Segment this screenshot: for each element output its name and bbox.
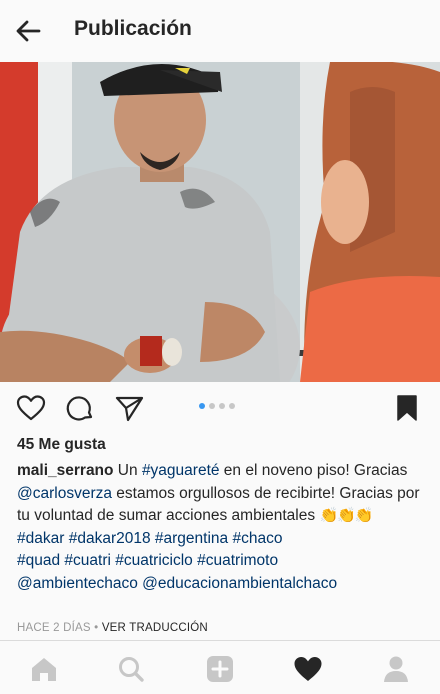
caption-username[interactable]: mali_serrano xyxy=(17,462,114,479)
post-photo[interactable] xyxy=(0,62,440,382)
carousel-dot-active xyxy=(199,403,205,409)
bottom-navigation xyxy=(0,640,440,694)
paper-plane-icon[interactable] xyxy=(114,394,144,422)
page-title: Publicación xyxy=(74,17,192,40)
hashtag-link[interactable]: #argentina xyxy=(155,530,228,547)
clapping-hands-emoji: 👏👏👏 xyxy=(319,507,373,525)
hashtag-link[interactable]: #quad xyxy=(17,552,60,569)
caption-text: Un xyxy=(113,462,142,479)
home-icon[interactable] xyxy=(29,655,59,683)
carousel-indicator xyxy=(199,403,235,409)
post-meta: HACE 2 DÍAS • VER TRADUCCIÓN xyxy=(17,622,208,634)
mention-link[interactable]: @ambientechaco xyxy=(17,575,138,592)
heart-outline-icon[interactable] xyxy=(16,394,46,422)
post-timestamp: HACE 2 DÍAS xyxy=(17,622,91,634)
likes-count[interactable]: 45 Me gusta xyxy=(17,436,106,454)
meta-separator: • xyxy=(90,622,102,634)
post-actions xyxy=(0,382,440,432)
hashtag-link[interactable]: #dakar2018 xyxy=(69,530,151,547)
post-caption: mali_serrano Un #yaguareté en el noveno … xyxy=(17,460,427,596)
carousel-dot xyxy=(219,403,225,409)
back-arrow-icon[interactable] xyxy=(14,17,42,45)
profile-icon[interactable] xyxy=(381,655,411,683)
post-image xyxy=(0,62,440,382)
carousel-dot xyxy=(229,403,235,409)
hashtag-link[interactable]: #yaguareté xyxy=(142,462,220,479)
hashtag-link[interactable]: #chaco xyxy=(232,530,282,547)
activity-heart-icon[interactable] xyxy=(293,655,323,683)
hashtag-link[interactable]: #cuatrimoto xyxy=(197,552,278,569)
search-icon[interactable] xyxy=(116,655,146,683)
translate-link[interactable]: VER TRADUCCIÓN xyxy=(102,622,208,634)
mention-link[interactable]: @carlosverza xyxy=(17,485,112,502)
hashtag-link[interactable]: #dakar xyxy=(17,530,64,547)
carousel-dot xyxy=(209,403,215,409)
top-bar: Publicación xyxy=(0,0,440,62)
comment-bubble-icon[interactable] xyxy=(65,394,95,422)
hashtag-link[interactable]: #cuatri xyxy=(64,552,111,569)
mention-link[interactable]: @educacionambientalchaco xyxy=(142,575,337,592)
caption-text: en el noveno piso! Gracias xyxy=(219,462,408,479)
hashtag-link[interactable]: #cuatriciclo xyxy=(115,552,193,569)
add-post-icon[interactable] xyxy=(205,655,235,683)
bookmark-filled-icon[interactable] xyxy=(394,394,420,422)
